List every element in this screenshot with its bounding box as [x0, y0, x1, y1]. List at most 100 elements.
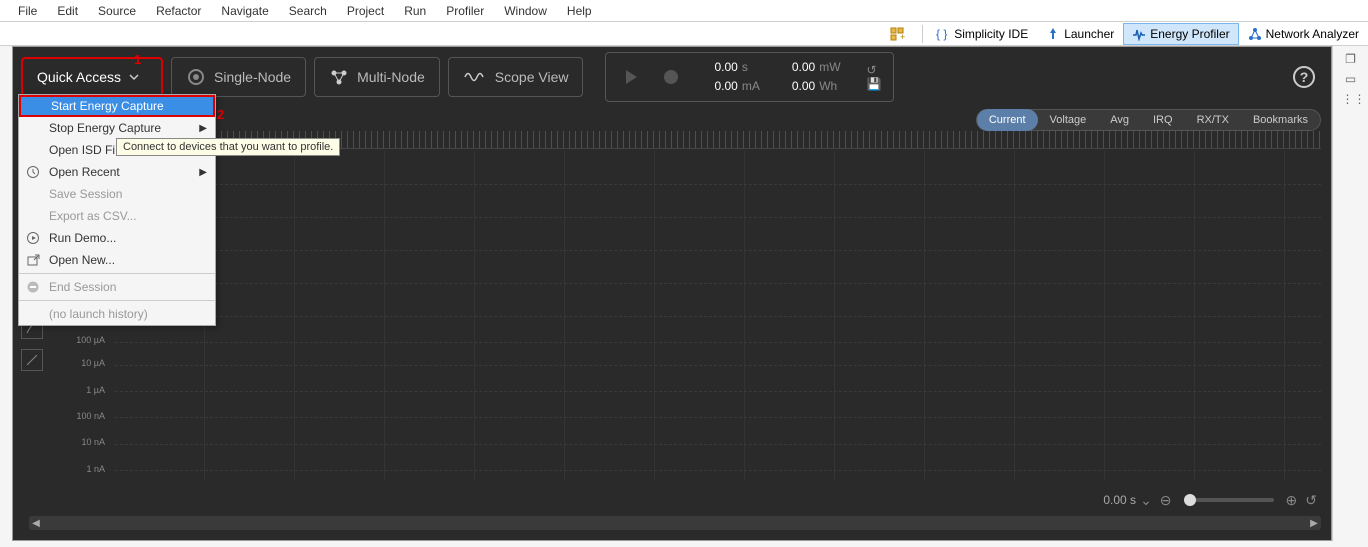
open-new-icon: [25, 252, 41, 268]
mode-label: Single-Node: [214, 69, 291, 85]
restore-icon[interactable]: ❐: [1342, 52, 1360, 66]
quick-access-label: Quick Access: [37, 69, 121, 85]
menu-open-recent[interactable]: Open Recent▶: [19, 161, 215, 183]
scroll-left-button[interactable]: ◀: [29, 516, 43, 530]
help-button[interactable]: ?: [1293, 66, 1315, 88]
zoom-out-button[interactable]: ⊖: [1160, 492, 1172, 509]
stat-energy-unit: Wh: [819, 79, 837, 93]
menu-run[interactable]: Run: [394, 4, 436, 18]
menu-export-csv[interactable]: Export as CSV...: [19, 205, 215, 227]
perspective-energy-profiler[interactable]: Energy Profiler: [1123, 23, 1238, 45]
horizontal-scrollbar[interactable]: ◀ ▶: [29, 516, 1321, 530]
svg-text:+: +: [900, 32, 905, 42]
stat-current-value: 0.00: [714, 79, 737, 93]
summary-bar: 0.00 s ⌄ ⊖ ⊕ ↺: [29, 488, 1321, 512]
stat-power-unit: mW: [819, 60, 840, 74]
menu-window[interactable]: Window: [494, 4, 557, 18]
menu-source[interactable]: Source: [88, 4, 146, 18]
perspective-label: Launcher: [1064, 27, 1114, 41]
menu-project[interactable]: Project: [337, 4, 394, 18]
ytick: 10 µA: [81, 358, 105, 368]
single-node-button[interactable]: Single-Node: [171, 57, 306, 97]
chart-mode-tabs: Current Voltage Avg IRQ RX/TX Bookmarks: [976, 109, 1321, 131]
menu-item-label: (no launch history): [49, 307, 148, 321]
submenu-arrow-icon: ▶: [199, 123, 207, 134]
tab-rxtx[interactable]: RX/TX: [1185, 109, 1241, 131]
stats-icons: ↺ 💾: [867, 63, 882, 91]
menu-item-label: Open New...: [49, 253, 115, 267]
current-chart: Current 100 µA 10 µA 1 µA 100 nA 10 nA 1…: [29, 151, 1321, 480]
annotation-2: 2: [217, 107, 224, 122]
summary-time: 0.00 s: [1103, 493, 1136, 507]
tooltip: Connect to devices that you want to prof…: [116, 138, 340, 156]
quick-access-button[interactable]: Quick Access: [21, 57, 163, 97]
stat-time: 0.00s 0.00mA: [714, 58, 759, 96]
multi-node-button[interactable]: Multi-Node: [314, 57, 440, 97]
menu-stop-energy-capture[interactable]: Stop Energy Capture▶: [19, 117, 215, 139]
menu-edit[interactable]: Edit: [47, 4, 88, 18]
perspective-label: Energy Profiler: [1150, 27, 1229, 41]
scroll-right-button[interactable]: ▶: [1307, 516, 1321, 530]
menu-help[interactable]: Help: [557, 4, 602, 18]
reset-zoom-button[interactable]: ↺: [1305, 492, 1317, 509]
tab-avg[interactable]: Avg: [1098, 109, 1141, 131]
single-node-icon: [186, 67, 206, 87]
stat-energy-value: 0.00: [792, 79, 815, 93]
menu-navigate[interactable]: Navigate: [211, 4, 278, 18]
submenu-arrow-icon: ▶: [199, 167, 207, 178]
menu-item-label: Open ISD Fi: [49, 143, 115, 157]
perspective-label: Simplicity IDE: [954, 27, 1028, 41]
annotation-1: 1: [134, 52, 141, 67]
tab-irq[interactable]: IRQ: [1141, 109, 1185, 131]
perspective-launcher[interactable]: Launcher: [1037, 23, 1123, 45]
perspective-network-analyzer[interactable]: Network Analyzer: [1239, 23, 1368, 45]
scope-view-button[interactable]: Scope View: [448, 57, 584, 97]
perspective-label: Network Analyzer: [1266, 27, 1359, 41]
mode-label: Scope View: [495, 69, 569, 85]
tab-current[interactable]: Current: [977, 109, 1038, 131]
menu-bar: File Edit Source Refactor Navigate Searc…: [0, 0, 1368, 22]
minimize-icon[interactable]: ▭: [1342, 72, 1360, 86]
chevron-down-icon[interactable]: ⌄: [1140, 492, 1152, 509]
braces-icon: { }: [936, 27, 950, 41]
stat-time-value: 0.00: [714, 60, 737, 74]
separator: [922, 25, 923, 43]
menu-file[interactable]: File: [8, 4, 47, 18]
rocket-icon: [1046, 27, 1060, 41]
menu-profiler[interactable]: Profiler: [436, 4, 494, 18]
save-icon[interactable]: 💾: [867, 77, 882, 91]
tab-voltage[interactable]: Voltage: [1038, 109, 1099, 131]
menu-save-session[interactable]: Save Session: [19, 183, 215, 205]
zoom-in-button[interactable]: ⊕: [1286, 492, 1298, 509]
menu-run-demo[interactable]: Run Demo...: [19, 227, 215, 249]
open-perspective-button[interactable]: +: [880, 23, 918, 45]
quick-access-menu: Start Energy Capture Stop Energy Capture…: [18, 94, 216, 326]
menu-separator: [19, 300, 215, 301]
chart-grid: [115, 151, 1321, 480]
menu-search[interactable]: Search: [279, 4, 337, 18]
menu-item-label: Export as CSV...: [49, 209, 137, 223]
menu-refactor[interactable]: Refactor: [146, 4, 211, 18]
ytick: 10 nA: [81, 437, 105, 447]
perspective-simplicity-ide[interactable]: { } Simplicity IDE: [927, 23, 1037, 45]
record-button[interactable]: [658, 64, 684, 90]
zoom-slider[interactable]: [1184, 498, 1274, 502]
menu-end-session[interactable]: End Session: [19, 276, 215, 298]
zoom-thumb[interactable]: [1184, 494, 1196, 506]
stat-power: 0.00mW 0.00Wh: [792, 58, 841, 96]
ytick: 100 µA: [76, 335, 105, 345]
ytick: 1 µA: [86, 385, 105, 395]
ytick: 1 nA: [86, 464, 105, 474]
play-circle-icon: [25, 230, 41, 246]
stat-time-unit: s: [742, 60, 748, 74]
tab-bookmarks[interactable]: Bookmarks: [1241, 109, 1320, 131]
play-icon: [622, 68, 640, 86]
perspective-icon: +: [889, 26, 905, 42]
menu-start-energy-capture[interactable]: Start Energy Capture: [19, 95, 215, 117]
menu-open-new[interactable]: Open New...: [19, 249, 215, 271]
stats-panel: 0.00s 0.00mA 0.00mW 0.00Wh ↺ 💾: [605, 52, 894, 102]
dots-icon[interactable]: ⋮⋮: [1342, 92, 1360, 106]
play-button[interactable]: [618, 64, 644, 90]
reset-icon[interactable]: ↺: [867, 63, 882, 77]
network-icon: [1248, 27, 1262, 41]
